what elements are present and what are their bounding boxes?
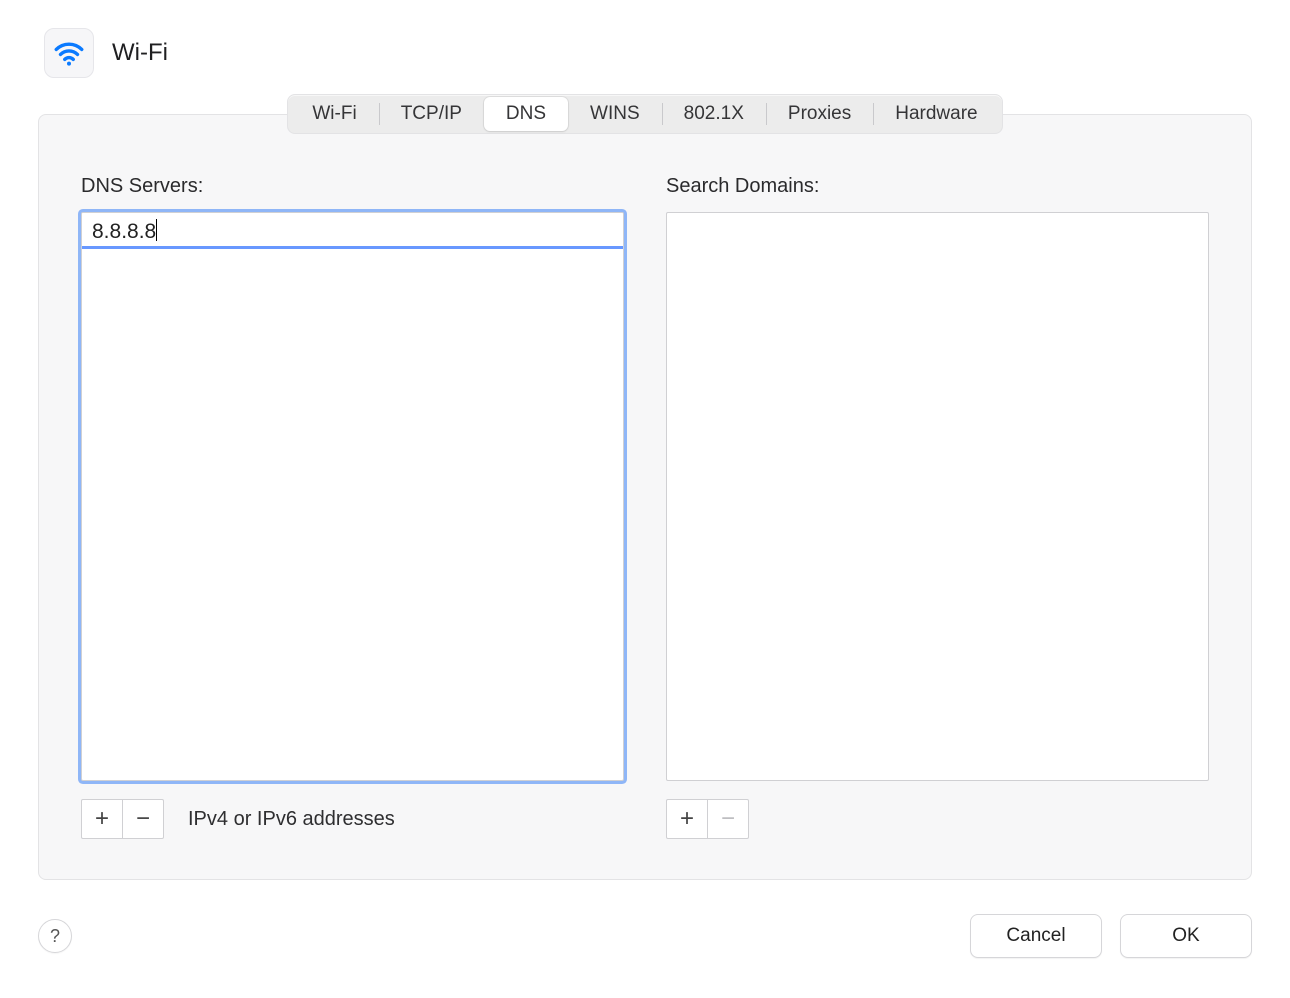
- tab-tcpip[interactable]: TCP/IP: [379, 97, 484, 131]
- dns-servers-column: DNS Servers: 8.8.8.8 + − IPv4 or IPv6 ad…: [81, 175, 624, 839]
- dns-servers-list[interactable]: 8.8.8.8: [81, 212, 624, 781]
- dns-servers-footer: + − IPv4 or IPv6 addresses: [81, 799, 624, 839]
- tab-proxies[interactable]: Proxies: [766, 97, 873, 131]
- search-domains-list[interactable]: [666, 212, 1209, 781]
- tab-wins[interactable]: WINS: [568, 97, 662, 131]
- text-caret: [156, 219, 157, 241]
- dns-footer-hint: IPv4 or IPv6 addresses: [188, 808, 395, 831]
- help-button[interactable]: ?: [38, 919, 72, 953]
- domains-add-button[interactable]: +: [667, 800, 707, 838]
- cancel-button[interactable]: Cancel: [970, 914, 1102, 958]
- search-domains-footer: + −: [666, 799, 1209, 839]
- dns-add-button[interactable]: +: [82, 800, 122, 838]
- settings-panel: DNS Servers: 8.8.8.8 + − IPv4 or IPv6 ad…: [38, 114, 1252, 880]
- page-title: Wi-Fi: [112, 39, 168, 67]
- window-header: Wi-Fi: [0, 0, 1290, 88]
- tab-wifi[interactable]: Wi-Fi: [290, 97, 378, 131]
- dns-servers-label: DNS Servers:: [81, 175, 624, 198]
- dns-add-remove-stepper: + −: [81, 799, 164, 839]
- wifi-icon: [44, 28, 94, 78]
- tab-bar: Wi-Fi TCP/IP DNS WINS 802.1X Proxies Har…: [287, 94, 1002, 134]
- dialog-footer: ? Cancel OK: [38, 914, 1252, 958]
- dns-server-value: 8.8.8.8: [92, 220, 156, 243]
- dns-server-entry[interactable]: 8.8.8.8: [82, 213, 623, 249]
- tab-hardware[interactable]: Hardware: [873, 97, 999, 131]
- domains-remove-button: −: [707, 800, 748, 838]
- search-domains-column: Search Domains: + −: [666, 175, 1209, 839]
- dns-remove-button[interactable]: −: [122, 800, 163, 838]
- ok-button[interactable]: OK: [1120, 914, 1252, 958]
- tab-8021x[interactable]: 802.1X: [662, 97, 766, 131]
- domains-add-remove-stepper: + −: [666, 799, 749, 839]
- network-advanced-window: { "header": { "title": "Wi-Fi", "icon": …: [0, 0, 1290, 998]
- search-domains-label: Search Domains:: [666, 175, 1209, 198]
- tab-dns[interactable]: DNS: [484, 97, 568, 131]
